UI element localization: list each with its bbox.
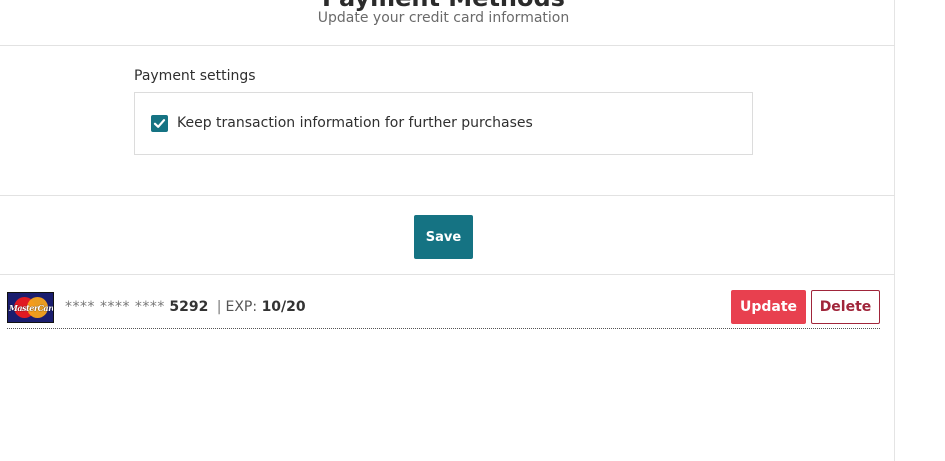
card-exp-value: 10/20 (261, 299, 306, 315)
delete-card-button[interactable]: Delete (811, 290, 880, 324)
payment-settings-label: Payment settings (134, 68, 256, 84)
divider (0, 274, 895, 275)
card-separator: | (216, 299, 222, 315)
card-last4: 5292 (169, 299, 209, 315)
save-button[interactable]: Save (414, 215, 473, 259)
keep-transaction-label[interactable]: Keep transaction information for further… (177, 115, 533, 131)
checkmark-icon (153, 119, 166, 128)
mastercard-logo-text: MasterCard (9, 303, 54, 313)
page-title: Payment Methods (0, 0, 887, 10)
card-row: MasterCard **** **** **** 5292 | EXP: 10/… (7, 289, 880, 329)
payment-methods-panel: Payment Methods Update your credit card … (0, 0, 895, 461)
update-card-button[interactable]: Update (731, 290, 806, 324)
divider (0, 195, 895, 196)
card-exp-label: EXP: (225, 299, 258, 315)
payment-settings-box: Keep transaction information for further… (134, 92, 753, 155)
card-info: **** **** **** 5292 | EXP: 10/20 (65, 299, 306, 315)
card-masked-number: **** **** **** (65, 299, 165, 315)
divider (0, 45, 895, 46)
keep-transaction-checkbox[interactable] (151, 115, 168, 132)
mastercard-icon: MasterCard (7, 292, 54, 323)
page-subtitle: Update your credit card information (317, 10, 570, 26)
